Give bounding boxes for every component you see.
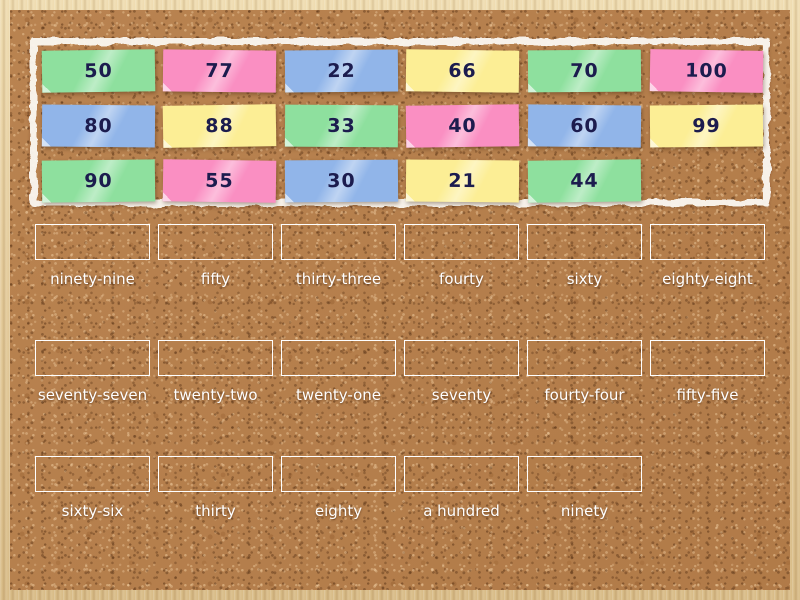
tile-folded-corner-icon	[406, 138, 416, 148]
answer-slot-label: thirty	[195, 502, 236, 520]
tile-value: 90	[84, 169, 113, 193]
tile-folded-corner-icon	[405, 192, 415, 202]
tile-folded-corner-icon	[405, 82, 415, 92]
answer-slot-label: eighty	[314, 502, 363, 520]
answer-slot-label: a hundred	[423, 502, 500, 520]
answer-drop-slot[interactable]	[35, 456, 150, 492]
answer-drop-slot[interactable]	[281, 224, 396, 260]
answer-drop-slot[interactable]	[35, 340, 150, 376]
tile-value: 40	[448, 114, 477, 138]
tile-value: 88	[205, 114, 234, 138]
answer-slot-label: thirty-three	[295, 270, 382, 288]
number-tile[interactable]: 55	[162, 159, 277, 203]
answer-drop-slot[interactable]	[158, 340, 273, 376]
answer-drop-slot[interactable]	[158, 456, 273, 492]
tile-value: 30	[327, 169, 356, 193]
tile-folded-corner-icon	[41, 137, 51, 147]
tile-folded-corner-icon	[284, 137, 294, 147]
answer-slot-label: ninety	[560, 502, 609, 520]
answer-drop-slot[interactable]	[650, 224, 765, 260]
tile-folded-corner-icon	[649, 82, 659, 92]
number-tile[interactable]: 80	[41, 104, 156, 148]
tile-value: 22	[327, 59, 356, 83]
tile-value: 55	[205, 169, 234, 193]
answer-drop-slot[interactable]	[527, 224, 642, 260]
answer-slot-label: twenty-one	[296, 386, 381, 404]
tile-value: 21	[448, 169, 477, 193]
number-tile[interactable]: 30	[284, 159, 399, 203]
answer-slot-label: seventy-seven	[37, 386, 148, 404]
answer-slot-label: sixty-six	[61, 502, 124, 520]
number-tile[interactable]: 40	[405, 104, 520, 148]
answer-drop-slot[interactable]	[404, 340, 519, 376]
answer-slot-label: seventy	[431, 386, 492, 404]
number-tile[interactable]: 50	[41, 49, 156, 93]
tile-value: 33	[327, 114, 356, 138]
answer-drop-slot[interactable]	[650, 340, 765, 376]
number-tile[interactable]: 70	[527, 49, 642, 93]
number-tile[interactable]: 88	[162, 104, 277, 148]
tile-value: 44	[570, 169, 599, 193]
answer-drop-slot[interactable]	[404, 224, 519, 260]
tile-value: 70	[570, 59, 599, 83]
tile-value: 100	[684, 59, 728, 83]
number-tile[interactable]: 44	[527, 159, 642, 203]
answer-slot-label: fifty	[200, 270, 231, 288]
tile-folded-corner-icon	[527, 137, 537, 147]
number-tile[interactable]: 33	[284, 104, 399, 148]
number-tile[interactable]: 66	[405, 49, 520, 93]
tile-value: 99	[692, 114, 721, 138]
tile-folded-corner-icon	[42, 193, 52, 203]
number-tile[interactable]: 100	[649, 49, 764, 93]
answer-slot-label: sixty	[566, 270, 603, 288]
number-tile[interactable]: 60	[527, 104, 642, 148]
answer-drop-slot[interactable]	[281, 456, 396, 492]
number-tile[interactable]: 21	[405, 159, 520, 203]
tile-value: 60	[570, 114, 599, 138]
number-tile[interactable]: 90	[41, 159, 156, 203]
activity-board: 50 77 22 66 70 100 80 88 33 40 60 99 90 55 30 21 44 nine…	[0, 0, 800, 600]
answer-slot-label: fourty-four	[544, 386, 625, 404]
answer-slot-label: fifty-five	[676, 386, 739, 404]
tile-folded-corner-icon	[285, 193, 295, 203]
tile-value: 50	[84, 59, 113, 83]
tile-folded-corner-icon	[528, 193, 538, 203]
tile-folded-corner-icon	[650, 138, 660, 148]
answer-drop-slot[interactable]	[158, 224, 273, 260]
answer-slot-label: ninety-nine	[50, 270, 135, 288]
number-tile[interactable]: 22	[284, 49, 399, 93]
number-tile[interactable]: 77	[162, 49, 277, 93]
tile-value: 77	[205, 59, 234, 83]
answer-slot-label: fourty	[439, 270, 484, 288]
answer-drop-slot[interactable]	[527, 340, 642, 376]
number-tile[interactable]: 99	[649, 104, 764, 148]
answer-drop-slot[interactable]	[527, 456, 642, 492]
answer-drop-slot[interactable]	[281, 340, 396, 376]
answer-slot-label: twenty-two	[173, 386, 258, 404]
answer-drop-slot[interactable]	[35, 224, 150, 260]
tile-folded-corner-icon	[162, 82, 172, 92]
answer-drop-slot[interactable]	[404, 456, 519, 492]
tile-folded-corner-icon	[163, 138, 173, 148]
answer-slot-label: eighty-eight	[662, 270, 753, 288]
tile-value: 66	[448, 59, 477, 83]
tile-value: 80	[84, 114, 113, 138]
tile-folded-corner-icon	[162, 192, 172, 202]
tile-folded-corner-icon	[285, 83, 295, 93]
tile-folded-corner-icon	[42, 83, 52, 93]
tile-folded-corner-icon	[528, 83, 538, 93]
